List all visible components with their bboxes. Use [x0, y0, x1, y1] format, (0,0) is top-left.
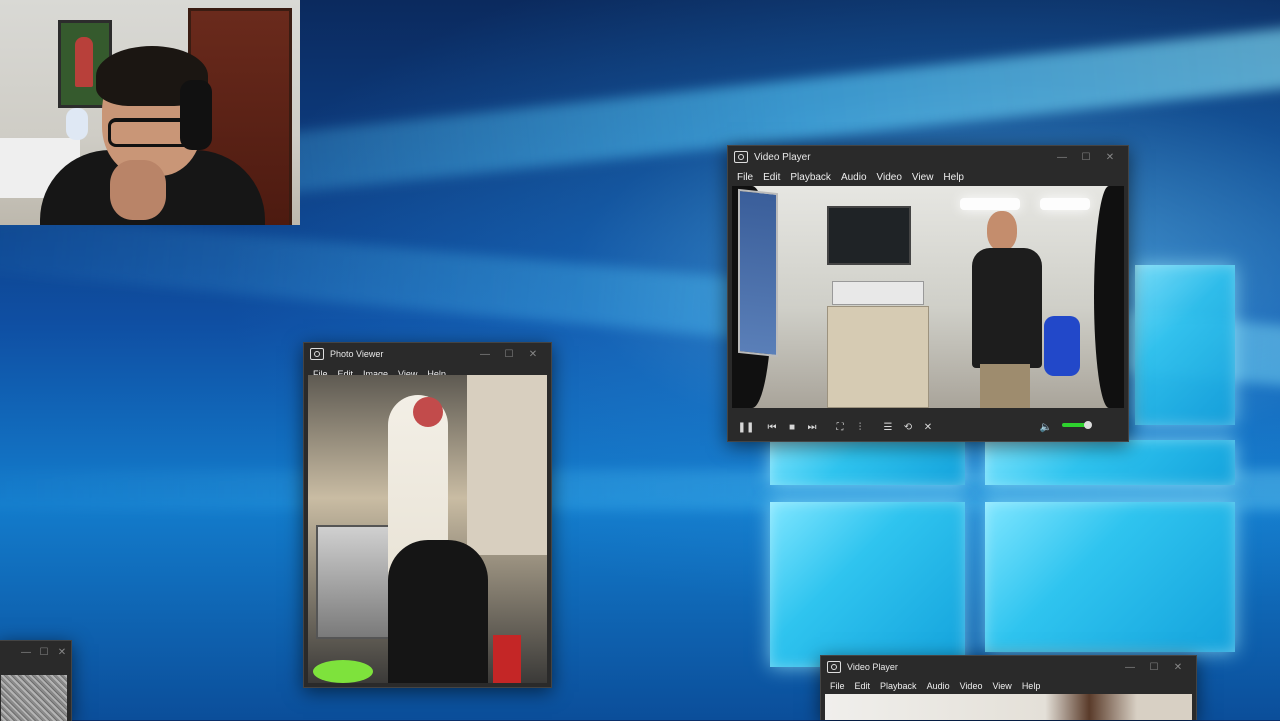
menu-audio[interactable]: Audio [922, 681, 955, 691]
menu-view[interactable]: View [987, 681, 1016, 691]
wall [467, 375, 547, 555]
filing-cabinet [827, 306, 929, 408]
menu-playback[interactable]: Playback [875, 681, 922, 691]
windows-logo-pane [770, 502, 965, 667]
transport-bar: ❚❚ ⏮ ■ ⏭ ⛶ ⫶ ☰ ⟲ ✕ 🔈 [728, 414, 1128, 440]
minimize-icon[interactable]: — [1050, 152, 1074, 163]
fullscreen-icon[interactable]: ⛶ [832, 419, 848, 435]
menu-bar: File Edit Playback Audio Video View Help [821, 678, 1196, 694]
windows-logo-pane [770, 440, 965, 485]
maximize-icon[interactable]: ☐ [497, 349, 521, 360]
dark-object [388, 540, 488, 683]
menu-bar: File Edit Playback Audio Video View Help [728, 168, 1128, 186]
close-icon[interactable]: ✕ [521, 349, 545, 360]
maximize-icon[interactable]: ☐ [1142, 662, 1166, 673]
lens-vignette [1094, 186, 1124, 408]
titlebar[interactable]: Photo Viewer — ☐ ✕ [304, 343, 551, 365]
window-title: Video Player [754, 151, 811, 163]
close-icon[interactable]: ✕ [1098, 152, 1122, 163]
window-title: Video Player [847, 662, 898, 672]
shuffle-icon[interactable]: ✕ [920, 419, 936, 435]
titlebar[interactable]: Video Player — ☐ ✕ [821, 656, 1196, 678]
photo-image[interactable] [308, 375, 547, 683]
office-chair [1044, 316, 1080, 376]
window-title: Photo Viewer [330, 349, 384, 359]
menu-audio[interactable]: Audio [836, 172, 872, 183]
app-icon [734, 151, 748, 163]
menu-file[interactable]: File [825, 681, 850, 691]
minimize-icon[interactable]: — [17, 647, 35, 658]
next-icon[interactable]: ⏭ [804, 419, 820, 435]
loop-icon[interactable]: ⟲ [900, 419, 916, 435]
video-frame[interactable] [732, 186, 1124, 408]
trash-can [316, 525, 390, 639]
menu-video[interactable]: Video [872, 172, 907, 183]
titlebar[interactable]: Video Player — ☐ ✕ [728, 146, 1128, 168]
person-hand [110, 160, 166, 220]
windows-logo-pane [985, 440, 1235, 485]
menu-help[interactable]: Help [938, 172, 969, 183]
windows-logo-pane [985, 502, 1235, 652]
monitor [827, 206, 911, 265]
minimize-icon[interactable]: — [473, 349, 497, 360]
webcam-overlay [0, 0, 300, 225]
statue-crown [413, 397, 443, 427]
previous-icon[interactable]: ⏮ [764, 419, 780, 435]
video-frame[interactable] [1, 675, 67, 721]
wall-poster [738, 188, 778, 358]
menu-file[interactable]: File [732, 172, 758, 183]
volume-icon[interactable]: 🔈 [1038, 419, 1054, 435]
man-head [987, 211, 1017, 251]
windows-logo-pane [1135, 265, 1235, 425]
menu-view[interactable]: View [907, 172, 939, 183]
video-player-window-secondary[interactable]: Video Player — ☐ ✕ File Edit Playback Au… [820, 655, 1197, 720]
volume-knob[interactable] [1084, 421, 1092, 429]
video-frame[interactable] [825, 694, 1192, 720]
close-icon[interactable]: ✕ [1166, 662, 1190, 673]
playlist-icon[interactable]: ☰ [880, 419, 896, 435]
app-icon [310, 348, 324, 360]
app-icon [827, 661, 841, 673]
menu-help[interactable]: Help [1017, 681, 1046, 691]
equalizer-icon[interactable]: ⫶ [852, 419, 868, 435]
menu-playback[interactable]: Playback [785, 172, 836, 183]
headset [180, 80, 212, 150]
minimize-icon[interactable]: — [1118, 662, 1142, 673]
ceiling-light [1040, 198, 1090, 210]
menu-video[interactable]: Video [955, 681, 988, 691]
green-bowl [313, 660, 373, 683]
stop-icon[interactable]: ■ [784, 419, 800, 435]
menu-edit[interactable]: Edit [758, 172, 785, 183]
man-shirt [972, 248, 1042, 368]
partial-window[interactable]: — ☐ ✕ [0, 640, 72, 721]
printer [832, 281, 924, 305]
red-object [493, 635, 521, 683]
menu-edit[interactable]: Edit [850, 681, 876, 691]
photo-viewer-window[interactable]: Photo Viewer — ☐ ✕ File Edit Image View … [303, 342, 552, 688]
plush-toy [66, 108, 88, 140]
titlebar[interactable]: — ☐ ✕ [0, 641, 71, 663]
close-icon[interactable]: ✕ [53, 647, 71, 658]
maximize-icon[interactable]: ☐ [35, 647, 53, 658]
video-player-window[interactable]: Video Player — ☐ ✕ File Edit Playback Au… [727, 145, 1129, 442]
pause-icon[interactable]: ❚❚ [738, 419, 755, 435]
man-pants [980, 364, 1030, 408]
maximize-icon[interactable]: ☐ [1074, 152, 1098, 163]
ceiling-light [960, 198, 1020, 210]
